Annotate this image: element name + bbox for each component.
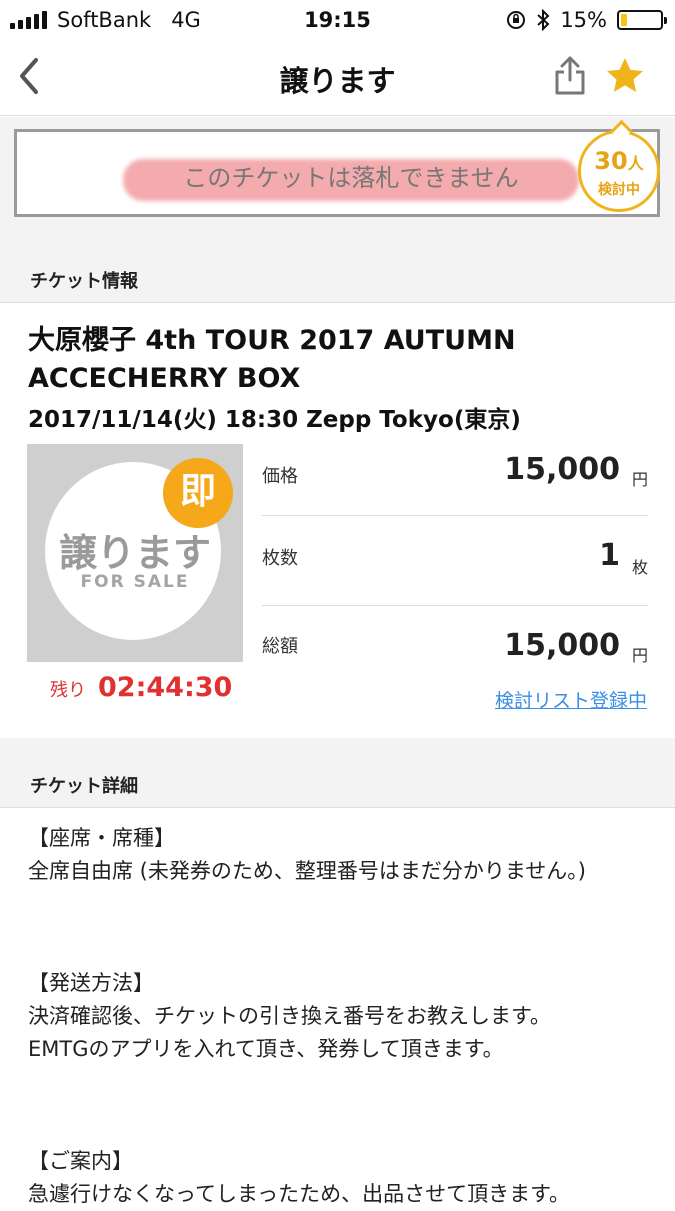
section-header-ticket-details: チケット詳細 [0,738,675,808]
bid-unavailable-text: このチケットは落札できません [183,164,519,192]
section-header-ticket-info: チケット情報 [0,237,675,303]
watch-count-unit: 人 [627,154,644,173]
total-value: 15,000 [504,628,620,663]
total-label: 総額 [262,636,298,657]
seat-text: 全席自由席 (未発券のため、整理番号はまだ分かりません。) [28,859,586,883]
watchlist-link[interactable]: 検討リスト登録中 [495,686,647,713]
section-title: チケット詳細 [30,776,138,797]
orientation-lock-icon [507,11,526,29]
quantity-unit: 枚 [631,558,648,577]
share-icon[interactable] [553,54,587,96]
watch-count: 30 [594,147,628,175]
bluetooth-icon [537,9,550,31]
shipping-text-1: 決済確認後、チケットの引き換え番号をお教えします。 [28,1004,551,1028]
thumbnail-sub-text: FOR SALE [80,572,190,592]
battery-icon [617,10,667,30]
instant-badge: 即 [163,458,233,528]
total-row: 総額 15,000 円 [262,606,648,696]
seat-heading: 【座席・席種】 [28,826,175,850]
ticket-thumbnail: 譲ります FOR SALE 即 [27,444,243,662]
thumbnail-main-text: 譲ります [58,531,211,575]
quantity-value: 1 [599,538,620,573]
star-icon[interactable] [603,54,647,98]
quantity-row: 枚数 1 枚 [262,516,648,606]
bid-notice-box: このチケットは落札できません [14,129,660,217]
section-title: チケット情報 [30,271,138,292]
price-unit: 円 [631,470,648,489]
nav-bar: 譲ります [0,40,675,116]
battery-percent: 15% [560,8,607,32]
remaining-label: 残り [50,680,86,701]
status-bar: SoftBank 4G 19:15 15% [0,0,675,40]
total-unit: 円 [631,646,648,665]
guide-text: 急遽行けなくなってしまったため、出品させて頂きます。 [28,1182,571,1206]
watch-count-badge: 30人 検討中 [578,130,660,212]
guide-heading: 【ご案内】 [28,1149,133,1173]
shipping-heading: 【発送方法】 [28,971,154,995]
quantity-label: 枚数 [262,548,298,569]
remaining-time: 02:44:30 [98,672,233,703]
ticket-details-body: 【座席・席種】 全席自由席 (未発券のため、整理番号はまだ分かりません。) 【発… [28,822,638,1211]
price-label: 価格 [262,466,298,487]
shipping-text-2: EMTGのアプリを入れて頂き、発券して頂きます。 [28,1037,504,1061]
price-row: 価格 15,000 円 [262,426,648,516]
event-title: 大原櫻子 4th TOUR 2017 AUTUMN ACCECHERRY BOX [28,325,516,394]
watch-label: 検討中 [598,182,640,198]
price-value: 15,000 [504,452,620,487]
bid-notice-area: このチケットは落札できません [0,117,675,237]
